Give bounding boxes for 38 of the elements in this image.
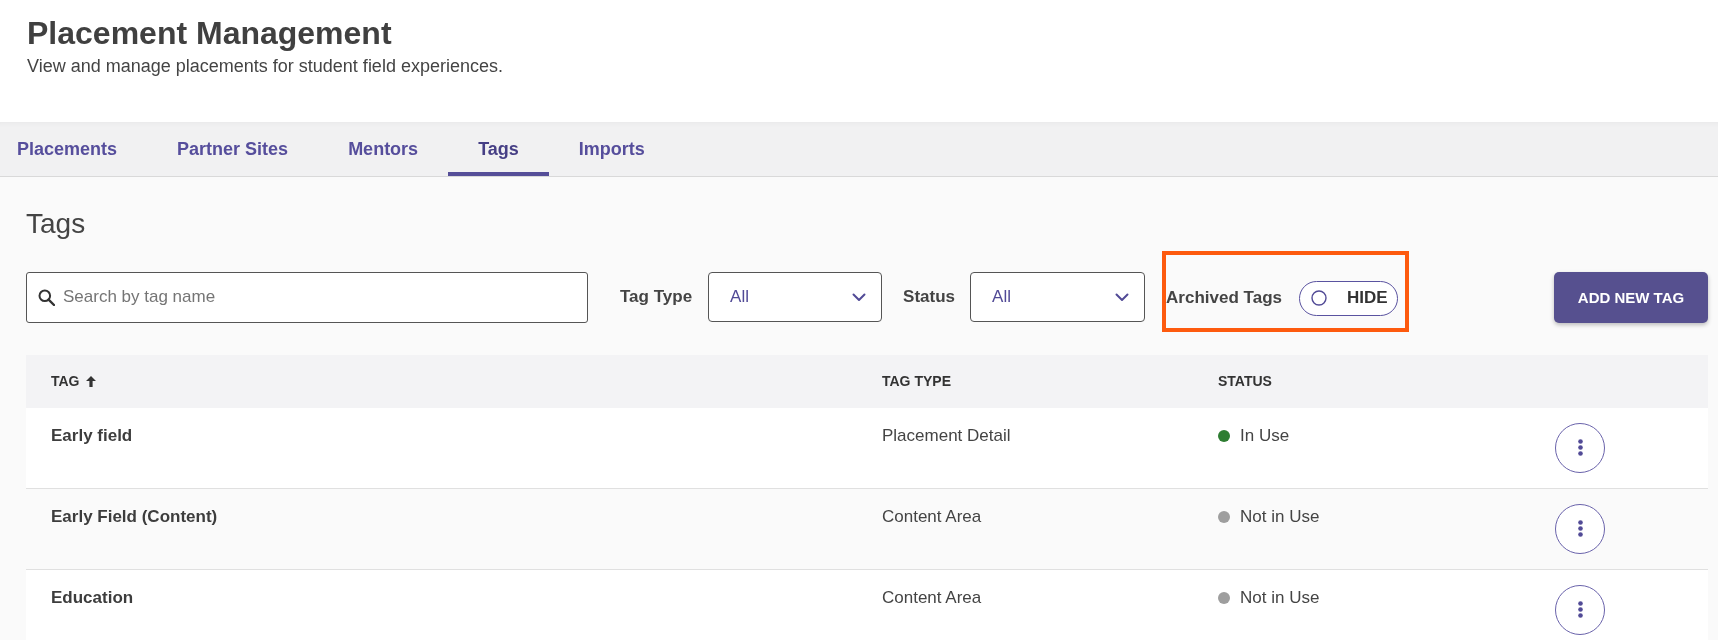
more-options-button[interactable] [1555,584,1605,635]
column-header[interactable]: TAG [51,373,80,390]
search-icon [38,288,55,306]
column-header[interactable]: STATUS [1218,373,1272,390]
nav-tab[interactable]: Mentors [318,122,449,176]
filter-label: Status [903,287,956,308]
table-cell: Not in Use [1240,505,1320,528]
nav-tab[interactable]: Partner Sites [147,122,319,176]
toggle-knob-icon [1311,290,1328,307]
nav-tab[interactable]: Imports [548,122,675,176]
vertical-dots-icon [1577,520,1583,538]
more-options-button[interactable] [1555,422,1605,473]
chevron-down-icon [852,292,867,302]
filter-dropdown[interactable]: All [708,272,883,323]
nav-tab[interactable]: Tags [448,122,549,176]
table-cell: Education [51,587,134,607]
table-cell: Early field [51,425,133,445]
vertical-dots-icon [1577,601,1583,619]
vertical-dots-icon [1577,439,1583,457]
section-heading: Tags [26,207,87,241]
table-cell: Not in Use [1240,586,1320,609]
column-header[interactable]: TAG TYPE [882,373,951,390]
table-cell: Content Area [882,587,982,607]
filter-dropdown[interactable]: All [970,272,1146,323]
page-title: Placement Management [27,14,393,53]
add-tag-button[interactable]: ADD NEW TAG [1554,271,1708,323]
search-field[interactable]: Search by tag name [26,271,588,323]
archived-toggle[interactable]: HIDE [1299,280,1399,316]
chevron-down-icon [1115,292,1130,302]
table-cell: In Use [1240,424,1290,447]
filter-label: Tag Type [620,287,693,308]
table-cell: Content Area [882,506,982,526]
filter-label: Archived Tags [1166,288,1282,309]
table-cell: Placement Detail [882,425,1011,445]
table-cell: Early Field (Content) [51,506,218,526]
nav-tab[interactable]: Placements [0,122,148,176]
page-subtitle: View and manage placements for student field experiences. [27,55,504,79]
more-options-button[interactable] [1555,503,1605,554]
